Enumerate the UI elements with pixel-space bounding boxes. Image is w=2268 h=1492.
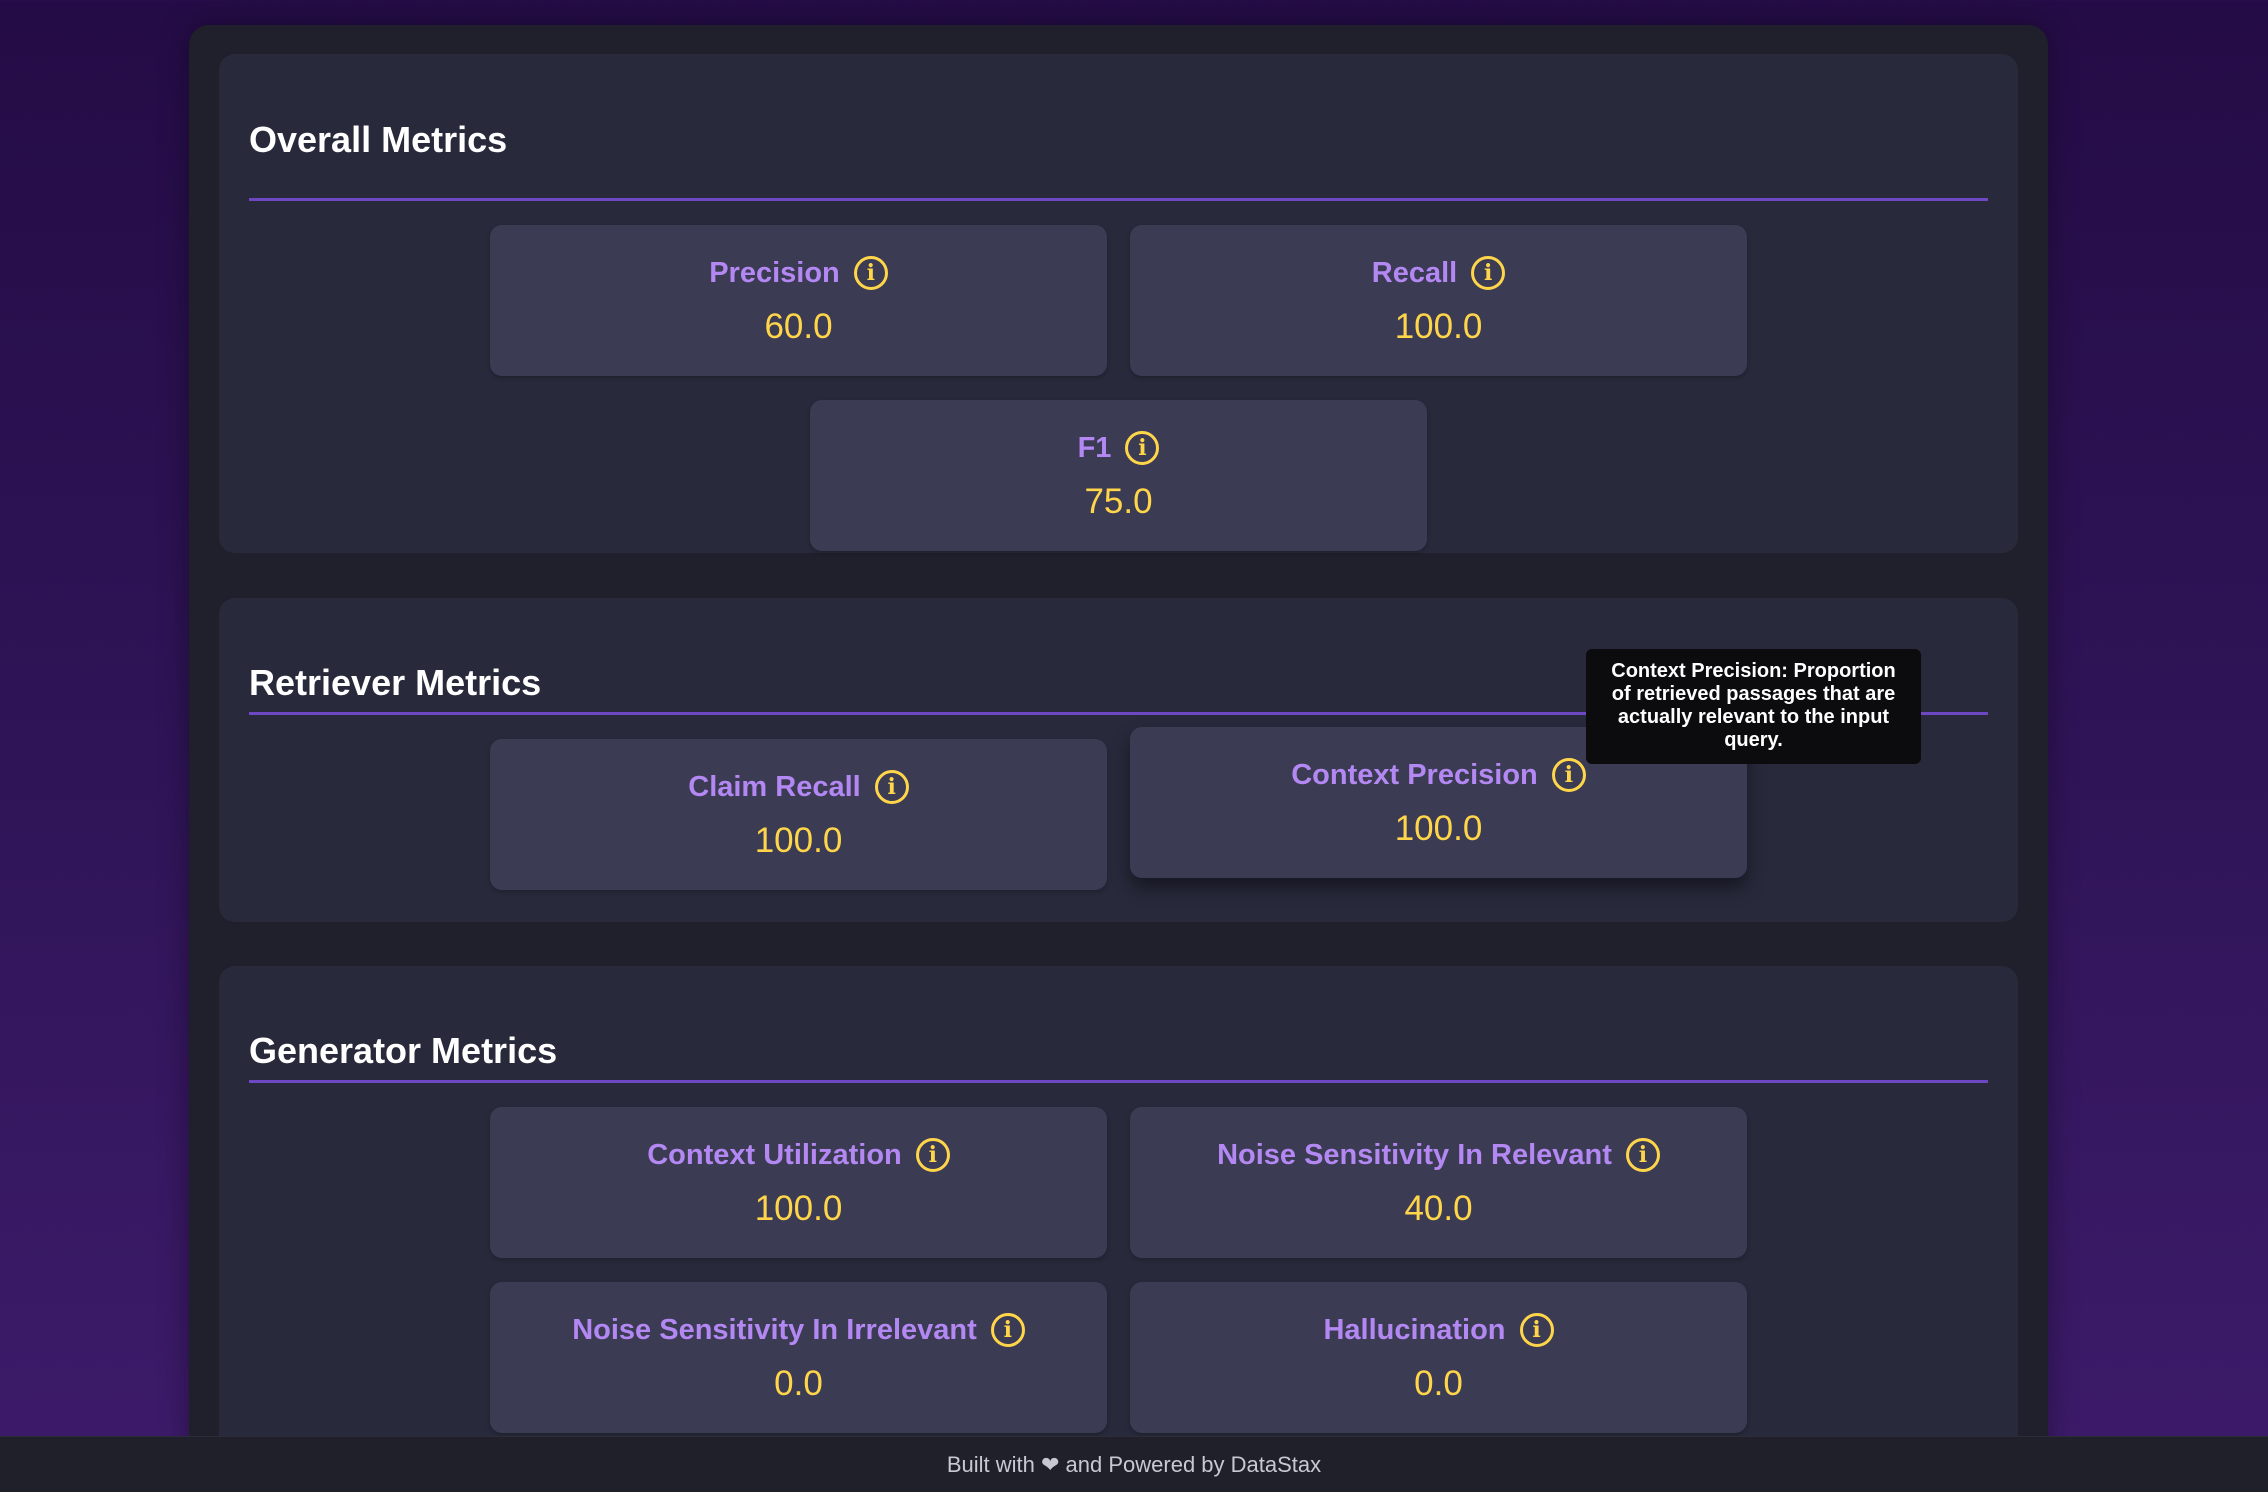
footer: Built with ❤ and Powered by DataStax [0, 1436, 2268, 1492]
metric-label: Noise Sensitivity In Irrelevant [572, 1313, 977, 1346]
metric-card-precision: Precision i 60.0 [490, 225, 1107, 376]
metric-card-context-utilization: Context Utilization i 100.0 [490, 1107, 1107, 1258]
metric-value: 75.0 [1084, 482, 1153, 521]
metric-label: Context Precision [1291, 758, 1538, 791]
metric-card-noise-sensitivity-irrelevant: Noise Sensitivity In Irrelevant i 0.0 [490, 1282, 1107, 1433]
metric-card-f1: F1 i 75.0 [810, 400, 1427, 551]
metric-value: 0.0 [774, 1364, 823, 1403]
metric-card-recall: Recall i 100.0 [1130, 225, 1747, 376]
metric-label: Claim Recall [688, 770, 861, 803]
metric-card-hallucination: Hallucination i 0.0 [1130, 1282, 1747, 1433]
metrics-container: Overall Metrics Precision i 60.0 Recall … [189, 25, 2048, 1492]
metric-label: Precision [709, 256, 840, 289]
context-precision-tooltip: Context Precision: Proportion of retriev… [1586, 649, 1921, 764]
info-icon[interactable]: i [1471, 256, 1506, 290]
metric-label: Recall [1371, 256, 1458, 289]
metric-value: 40.0 [1404, 1189, 1473, 1228]
metric-value: 100.0 [1394, 809, 1483, 848]
info-icon[interactable]: i [853, 256, 888, 290]
info-icon[interactable]: i [874, 770, 909, 804]
metric-value: 100.0 [1394, 307, 1483, 346]
overall-metrics-section: Overall Metrics Precision i 60.0 Recall … [219, 54, 2018, 553]
section-divider [249, 198, 1988, 201]
metric-label: Hallucination [1323, 1313, 1506, 1346]
metric-label: F1 [1077, 431, 1112, 464]
info-icon[interactable]: i [915, 1138, 950, 1172]
metric-value: 100.0 [754, 821, 843, 860]
metric-value: 100.0 [754, 1189, 843, 1228]
metric-card-claim-recall: Claim Recall i 100.0 [490, 739, 1107, 890]
metric-value: 60.0 [764, 307, 833, 346]
section-divider [249, 1080, 1988, 1083]
metric-card-noise-sensitivity-relevant: Noise Sensitivity In Relevant i 40.0 [1130, 1107, 1747, 1258]
metric-label: Noise Sensitivity In Relevant [1217, 1138, 1612, 1171]
generator-metrics-section: Generator Metrics Context Utilization i … [219, 966, 2018, 1492]
section-title: Generator Metrics [249, 1030, 558, 1071]
section-title: Retriever Metrics [249, 662, 542, 703]
info-icon[interactable]: i [1551, 758, 1586, 792]
section-title: Overall Metrics [249, 119, 508, 160]
info-icon[interactable]: i [1519, 1313, 1554, 1347]
metric-value: 0.0 [1414, 1364, 1463, 1403]
info-icon[interactable]: i [1625, 1138, 1660, 1172]
info-icon[interactable]: i [1125, 431, 1160, 465]
info-icon[interactable]: i [990, 1313, 1025, 1347]
metric-label: Context Utilization [647, 1138, 902, 1171]
